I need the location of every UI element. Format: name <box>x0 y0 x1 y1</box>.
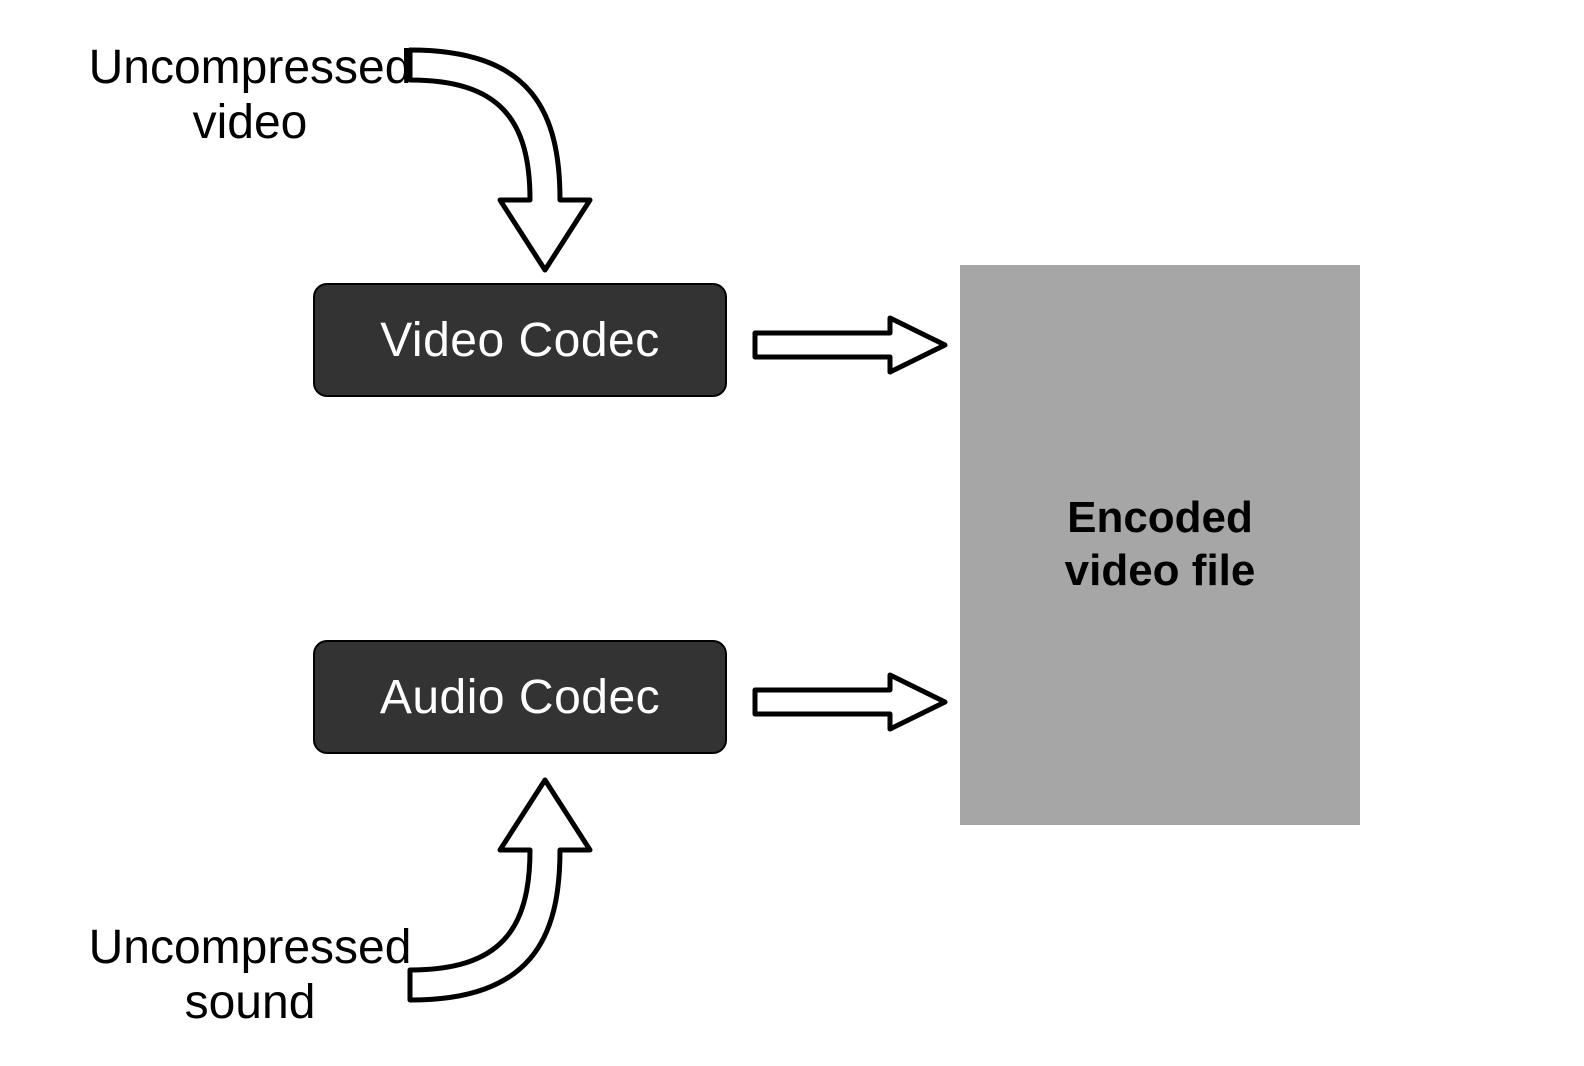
box-video-codec: Video Codec <box>313 283 727 397</box>
arrow-video-output-icon <box>750 315 950 375</box>
label-uncompressed-sound: Uncompressed sound <box>60 920 440 1030</box>
arrow-audio-output-icon <box>750 672 950 732</box>
label-uncompressed-video-line1: Uncompressed <box>89 41 412 94</box>
label-uncompressed-sound-line2: sound <box>185 976 316 1029</box>
box-encoded-line2: video file <box>1065 546 1256 595</box>
box-video-codec-label: Video Codec <box>380 313 659 368</box>
label-uncompressed-video: Uncompressed video <box>60 40 440 150</box>
label-uncompressed-sound-line1: Uncompressed <box>89 921 412 974</box>
arrow-video-input-icon <box>390 30 640 290</box>
box-audio-codec: Audio Codec <box>313 640 727 754</box>
box-encoded-video-file-label: Encoded video file <box>1065 492 1256 598</box>
box-encoded-video-file: Encoded video file <box>960 265 1360 825</box>
label-uncompressed-video-line2: video <box>193 96 308 149</box>
box-audio-codec-label: Audio Codec <box>380 670 660 725</box>
box-encoded-line1: Encoded <box>1067 493 1253 542</box>
